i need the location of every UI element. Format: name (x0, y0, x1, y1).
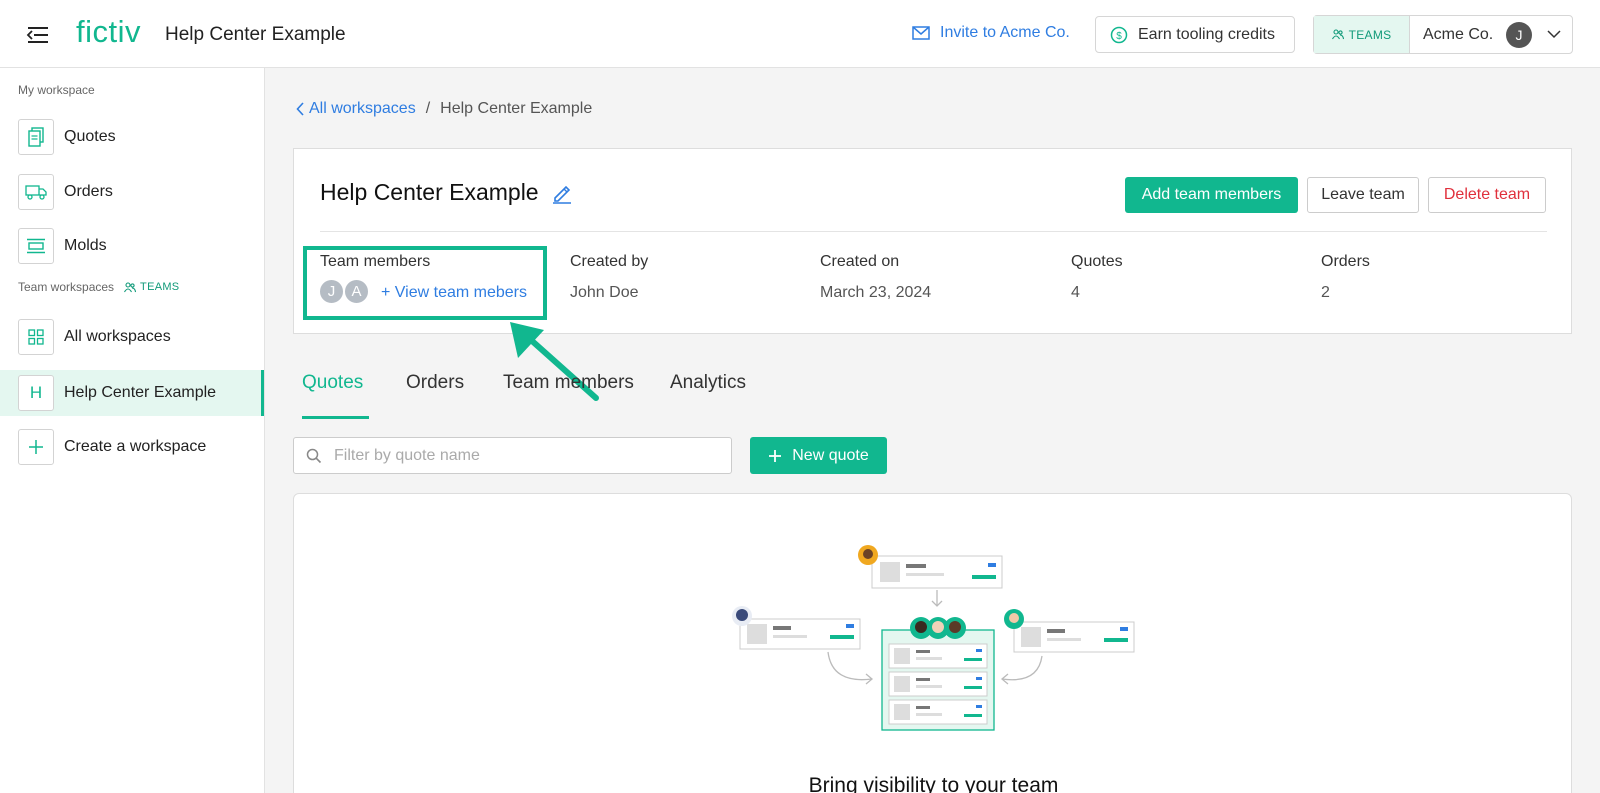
sidebar-item-orders[interactable]: Orders (0, 169, 264, 215)
empty-state-title: Bring visibility to your team (808, 774, 1059, 793)
tab-analytics[interactable]: Analytics (670, 372, 746, 394)
delete-team-button[interactable]: Delete team (1428, 177, 1546, 213)
tab-team-members[interactable]: Team members (503, 372, 634, 394)
sidebar-item-quotes[interactable]: Quotes (0, 114, 264, 160)
sidebar-item-molds[interactable]: Molds (0, 223, 264, 269)
molds-icon (18, 228, 54, 264)
filter-quote-input[interactable]: Filter by quote name (293, 437, 732, 474)
created-on-value: March 23, 2024 (820, 284, 932, 301)
account-name: Acme Co. (1423, 25, 1494, 43)
mail-icon (912, 26, 930, 40)
earn-label: Earn tooling credits (1138, 25, 1275, 43)
new-quote-button[interactable]: New quote (750, 437, 887, 474)
page-title: Help Center Example (320, 179, 573, 206)
plus-icon (18, 429, 54, 465)
team-collaboration-illustration (732, 545, 1135, 731)
team-people-icon (124, 281, 137, 292)
chevron-down-icon[interactable] (1546, 26, 1562, 42)
created-on-label: Created on (820, 253, 900, 270)
teams-tag: TEAMS (124, 281, 179, 293)
workspace-title: Help Center Example (165, 24, 346, 45)
orders-count-label: Orders (1321, 253, 1370, 270)
account-switcher[interactable]: TEAMS Acme Co. J (1313, 15, 1573, 54)
breadcrumb-separator: / (425, 100, 431, 117)
truck-icon (18, 174, 54, 210)
breadcrumb-back-link[interactable]: All workspaces (296, 100, 416, 118)
quotes-icon (18, 119, 54, 155)
chevron-left-icon (296, 102, 304, 116)
team-members-highlight-box (303, 246, 547, 320)
dollar-coin-icon: $ (1110, 26, 1128, 43)
menu-toggle-icon[interactable] (26, 24, 50, 46)
created-by-value: John Doe (570, 284, 639, 301)
edit-pencil-icon[interactable] (551, 182, 573, 204)
orders-count-value: 2 (1321, 284, 1330, 301)
earn-credits-button[interactable]: $ Earn tooling credits (1095, 16, 1295, 53)
tab-quotes[interactable]: Quotes (302, 372, 363, 394)
top-bar: fictiv Help Center Example Invite to Acm… (0, 0, 1600, 68)
divider (320, 231, 1547, 232)
annotation-arrow-icon (510, 322, 599, 401)
plus-icon (769, 449, 782, 462)
svg-text:$: $ (1116, 31, 1122, 42)
invite-label: Invite to Acme Co. (940, 24, 1070, 41)
filter-placeholder: Filter by quote name (334, 446, 480, 464)
quotes-count-label: Quotes (1071, 253, 1123, 270)
workspace-letter-icon: H (18, 375, 54, 411)
sidebar-item-help-center-example[interactable]: H Help Center Example (0, 370, 264, 416)
add-team-members-button[interactable]: Add team members (1125, 177, 1298, 213)
created-by-label: Created by (570, 253, 649, 270)
search-icon (306, 448, 322, 464)
sidebar: My workspace Quotes Orders Molds Team wo… (0, 68, 265, 793)
grid-icon (18, 319, 54, 355)
quotes-count-value: 4 (1071, 284, 1080, 301)
teams-badge: TEAMS (1314, 16, 1410, 53)
team-people-icon (1331, 29, 1344, 40)
breadcrumb: All workspaces / Help Center Example (296, 100, 592, 118)
avatar: J (1506, 22, 1532, 48)
sidebar-item-all-workspaces[interactable]: All workspaces (0, 314, 264, 360)
quotes-empty-state: Bring visibility to your team (293, 493, 1572, 793)
fictiv-logo[interactable]: fictiv (76, 14, 141, 50)
invite-link[interactable]: Invite to Acme Co. (912, 24, 1070, 42)
breadcrumb-current: Help Center Example (440, 100, 593, 117)
tab-orders[interactable]: Orders (406, 372, 464, 394)
team-workspaces-label: Team workspaces TEAMS (18, 280, 180, 294)
active-tab-indicator (302, 416, 369, 419)
leave-team-button[interactable]: Leave team (1307, 177, 1419, 213)
my-workspace-label: My workspace (18, 83, 95, 97)
sidebar-item-create-workspace[interactable]: Create a workspace (0, 424, 264, 470)
